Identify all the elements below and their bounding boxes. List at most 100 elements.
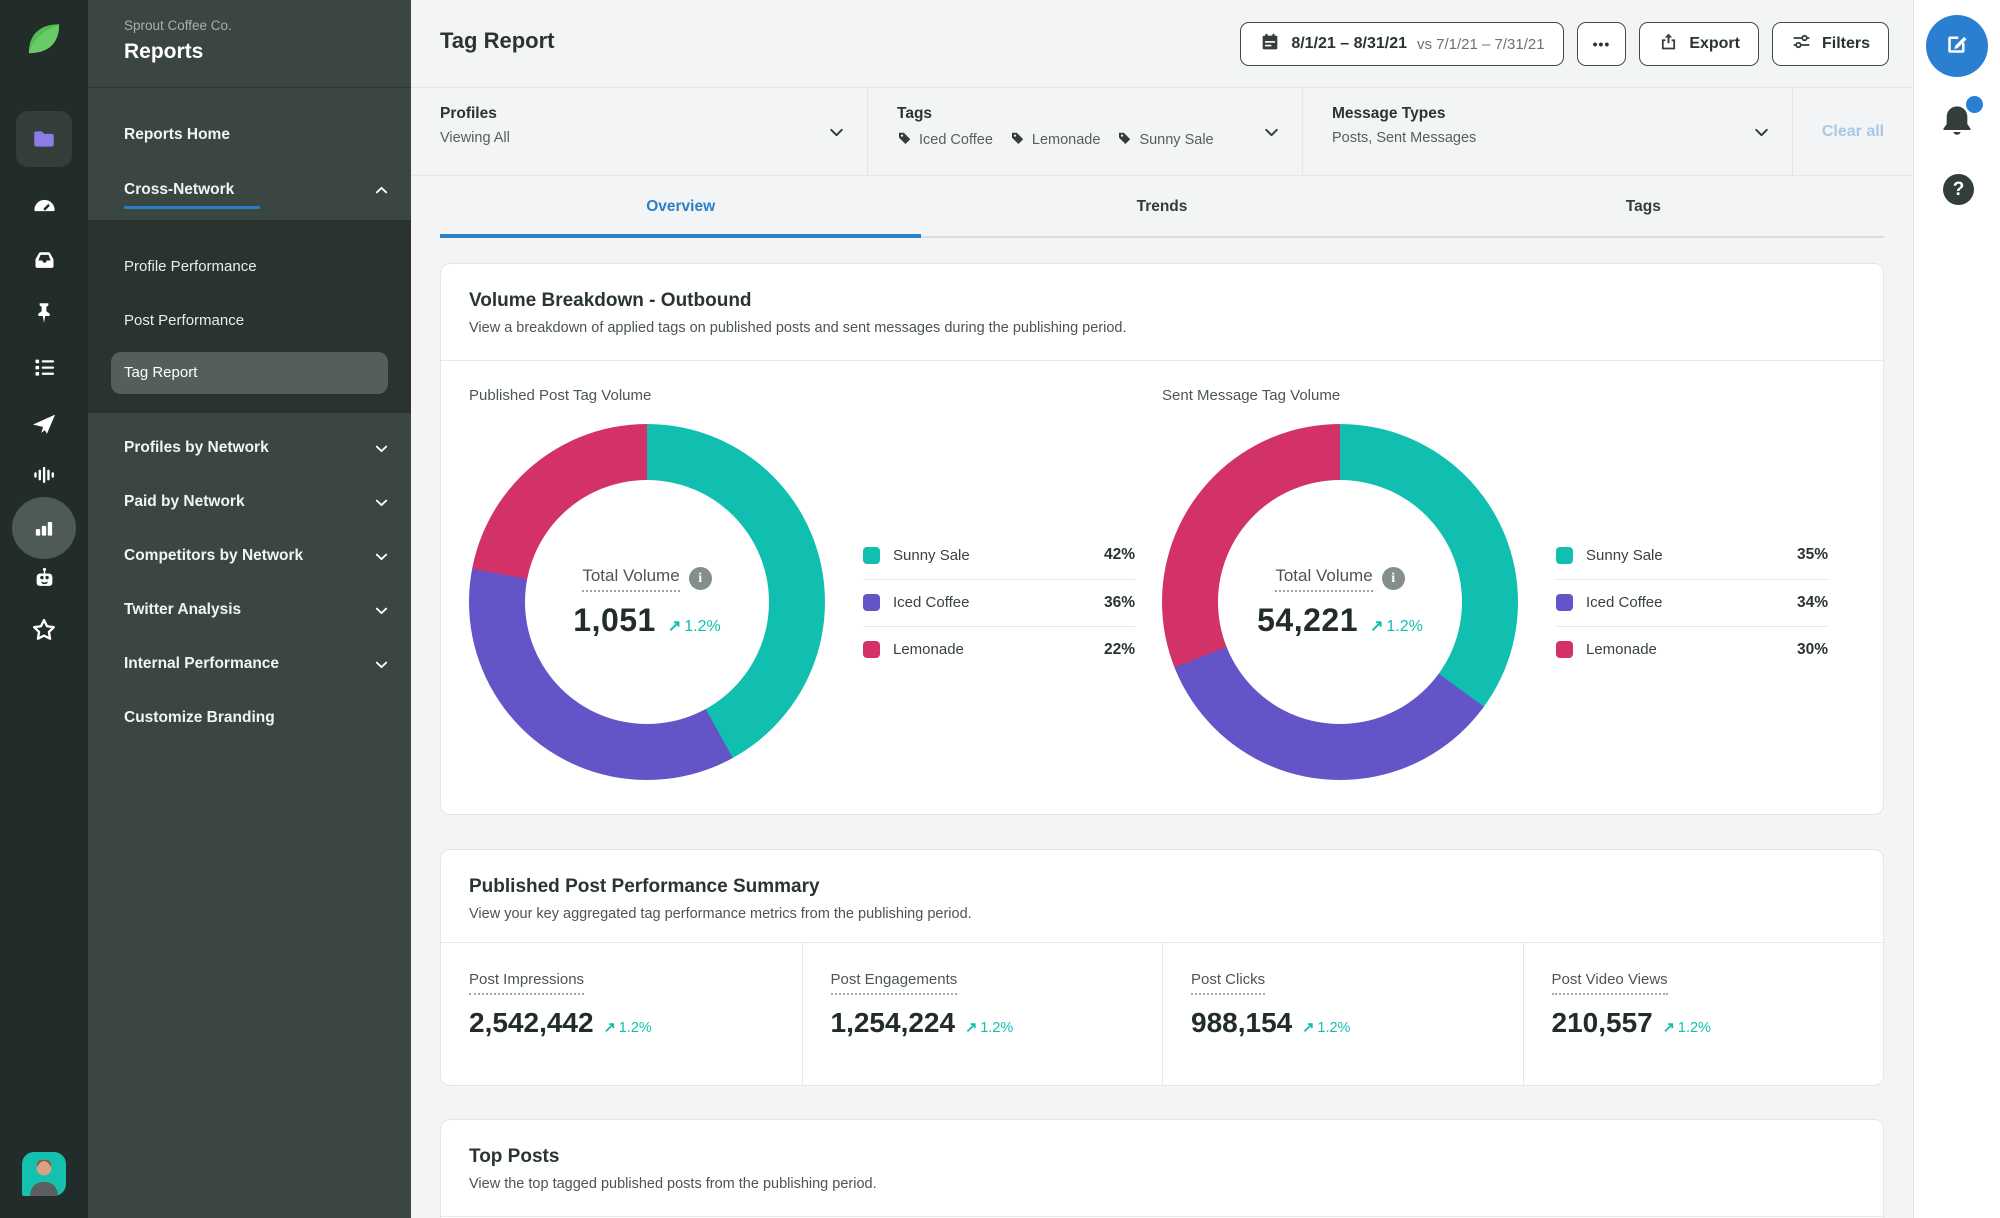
notifications-button[interactable] [1937,100,1979,144]
sidebar-item-profiles-by-network[interactable]: Profiles by Network [88,428,411,468]
volume-breakdown-card: Volume Breakdown - Outbound View a break… [440,263,1884,815]
sidebar-item-competitors-by-network[interactable]: Competitors by Network [88,536,411,576]
tag-chip: Lemonade [1010,130,1101,150]
sprout-logo-icon[interactable] [22,18,66,62]
listening-waveform-icon[interactable] [24,455,64,495]
trend-up-icon: ↗ [668,618,681,635]
legend-swatch [863,594,880,611]
company-name: Sprout Coffee Co. [124,18,232,33]
legend-item: Iced Coffee 34% [1556,579,1828,626]
metric-post-impressions: Post Impressions 2,542,442 ↗1.2% [441,943,802,1085]
chevron-down-icon [374,603,389,618]
date-range-button[interactable]: 8/1/21 – 8/31/21 vs 7/1/21 – 7/31/21 [1240,22,1563,66]
trend-badge: ↗1.2% [668,616,721,636]
reports-bar-chart-icon[interactable] [24,508,64,548]
filters-sliders-icon [1791,31,1812,57]
tags-filter[interactable]: Tags Iced Coffee Lemonade Sunny Sale [868,88,1303,175]
card-title: Volume Breakdown - Outbound [469,290,1855,312]
card-description: View a breakdown of applied tags on publ… [469,320,1855,336]
calendar-icon [1259,31,1281,58]
metric-label[interactable]: Post Clicks [1191,971,1265,995]
tag-chip: Sunny Sale [1117,130,1213,150]
sidebar-item-post-performance[interactable]: Post Performance [88,302,411,340]
card-title: Top Posts [469,1146,1855,1168]
chart-subtitle: Published Post Tag Volume [469,387,1162,404]
trend-up-icon: ↗ [1663,1020,1675,1036]
tag-icon [1117,130,1133,150]
tag-chip: Iced Coffee [897,130,993,150]
donut-chart[interactable]: Total Volume i 54,221 ↗1.2% [1162,424,1518,780]
reports-folder-icon[interactable] [16,111,72,167]
star-icon[interactable] [24,610,64,650]
tab-trends[interactable]: Trends [921,176,1402,238]
report-header: Tag Report 8/1/21 – 8/31/21 vs 7/1/21 – … [411,0,1913,88]
legend-swatch [1556,547,1573,564]
export-button[interactable]: Export [1639,22,1759,66]
metric-label[interactable]: Post Video Views [1552,971,1668,995]
page-title: Tag Report [440,28,554,54]
date-range-value: 8/1/21 – 8/31/21 [1291,35,1407,53]
legend-item: Sunny Sale 35% [1556,532,1828,579]
active-section-underline [124,206,260,209]
chart-subtitle: Sent Message Tag Volume [1162,387,1855,404]
sidebar-item-twitter-analysis[interactable]: Twitter Analysis [88,590,411,630]
profiles-filter[interactable]: Profiles Viewing All [411,88,868,175]
trend-up-icon: ↗ [1370,618,1383,635]
help-button[interactable]: ? [1943,174,1974,205]
sent-message-tag-volume-chart: Sent Message Tag Volume Total Volume i 5… [1162,387,1855,780]
legend-item: Lemonade 22% [863,626,1135,673]
sidebar-item-internal-performance[interactable]: Internal Performance [88,644,411,684]
publishing-paper-plane-icon[interactable] [24,404,64,444]
chevron-down-icon [374,657,389,672]
legend-swatch [863,547,880,564]
bot-icon[interactable] [24,558,64,598]
chart-legend: Sunny Sale 42% Iced Coffee 36% Lemonade [863,532,1135,673]
tag-icon [1010,130,1026,150]
legend-item: Sunny Sale 42% [863,532,1135,579]
more-options-button[interactable]: ••• [1577,22,1627,66]
compose-button[interactable] [1926,15,1988,77]
total-volume-label: Total Volume [1275,566,1372,592]
pin-icon[interactable] [24,293,64,333]
clear-all-button[interactable]: Clear all [1793,88,1913,175]
legend-swatch [1556,641,1573,658]
export-icon [1658,31,1679,57]
tab-tags[interactable]: Tags [1403,176,1884,238]
trend-up-icon: ↗ [1302,1020,1314,1036]
legend-swatch [863,641,880,658]
user-avatar[interactable] [22,1152,66,1196]
donut-chart[interactable]: Total Volume i 1,051 ↗1.2% [469,424,825,780]
chevron-down-icon [374,549,389,564]
sidebar-item-paid-by-network[interactable]: Paid by Network [88,482,411,522]
info-icon[interactable]: i [1382,567,1405,590]
report-tabs: Overview Trends Tags [440,176,1884,238]
chart-legend: Sunny Sale 35% Iced Coffee 34% Lemonade [1556,532,1828,673]
metric-label[interactable]: Post Engagements [831,971,958,995]
top-posts-card: Top Posts View the top tagged published … [440,1119,1884,1218]
reports-nav-panel: Sprout Coffee Co. Reports Reports Home C… [88,0,411,1218]
sidebar-item-reports-home[interactable]: Reports Home [88,115,411,155]
sidebar-item-cross-network[interactable]: Cross-Network [88,170,411,210]
tab-overview[interactable]: Overview [440,176,921,238]
metric-post-video-views: Post Video Views 210,557 ↗1.2% [1523,943,1884,1085]
published-post-tag-volume-chart: Published Post Tag Volume Total Volume i… [469,387,1162,780]
total-volume-label: Total Volume [582,566,679,592]
chevron-down-icon [828,124,845,141]
metric-post-clicks: Post Clicks 988,154 ↗1.2% [1162,943,1523,1085]
trend-badge: ↗1.2% [1302,1020,1350,1036]
card-description: View your key aggregated tag performance… [469,906,1855,922]
sidebar-item-profile-performance[interactable]: Profile Performance [88,248,411,286]
sidebar-item-tag-report-selected[interactable]: Tag Report [111,352,388,394]
sidebar-item-customize-branding[interactable]: Customize Branding [88,698,411,738]
list-icon[interactable] [24,347,64,387]
dashboard-gauge-icon[interactable] [24,185,64,225]
filters-button[interactable]: Filters [1772,22,1889,66]
message-types-filter-value: Posts, Sent Messages [1332,130,1792,146]
chevron-down-icon [374,441,389,456]
metric-label[interactable]: Post Impressions [469,971,584,995]
tag-icon [897,130,913,150]
inbox-icon[interactable] [24,240,64,280]
message-types-filter[interactable]: Message Types Posts, Sent Messages [1303,88,1793,175]
trend-up-icon: ↗ [965,1020,977,1036]
info-icon[interactable]: i [689,567,712,590]
